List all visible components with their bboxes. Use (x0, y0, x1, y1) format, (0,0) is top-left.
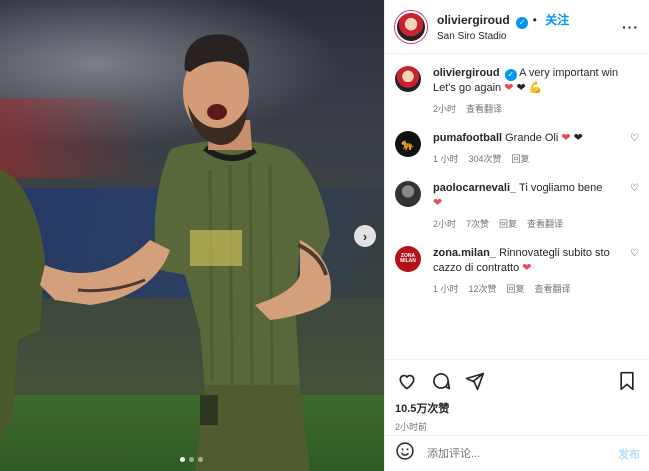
comments-list[interactable]: oliviergiroud ✓ A very important win Let… (385, 54, 649, 359)
caption-text: oliviergiroud ✓ A very important win Let… (433, 66, 623, 96)
carousel-dots (180, 457, 203, 462)
verified-badge-icon: ✓ (504, 68, 517, 81)
post-time: 2小时前 (395, 422, 428, 432)
carousel-next-button[interactable]: › (354, 225, 376, 247)
comment-content: Grande Oli (505, 132, 559, 144)
save-bookmark-icon[interactable] (615, 369, 639, 393)
post-media[interactable]: › (0, 0, 384, 471)
comment-text: pumafootball Grande Oli ❤ ❤ (433, 131, 623, 146)
comment-item: ZONA MILAN zona.milan_ Rinnovategli subi… (395, 246, 639, 295)
reply-button[interactable]: 回复 (512, 152, 530, 165)
see-translation-button[interactable]: 查看翻译 (466, 102, 502, 115)
red-heart-icon: ❤ (522, 262, 532, 274)
author-avatar[interactable] (395, 66, 421, 92)
comment-meta: 1 小时 304次赞 回复 (433, 152, 623, 165)
post-location[interactable]: San Siro Stadio (437, 31, 622, 42)
comment-body: zona.milan_ Rinnovategli subito sto cazz… (433, 246, 639, 295)
instagram-post: › oliviergiroud ✓ • 关注 San Siro Stadio ·… (0, 0, 649, 471)
add-comment-input[interactable] (427, 447, 618, 460)
comment-time: 1 小时 (433, 284, 459, 294)
separator-dot: • (532, 13, 537, 27)
comment-likes[interactable]: 304次赞 (469, 152, 502, 165)
comment-time: 1 小时 (433, 154, 459, 164)
like-comment-icon[interactable]: ♡ (630, 183, 639, 194)
flexed-biceps-icon: 💪 (528, 82, 543, 94)
puma-logo-icon[interactable]: 🐆 (395, 131, 421, 157)
red-heart-icon: ❤ (504, 82, 514, 94)
red-heart-icon: ❤ (433, 197, 443, 209)
add-comment-bar: 发布 (385, 435, 649, 471)
share-paper-plane-icon[interactable] (463, 369, 487, 393)
reply-button[interactable]: 回复 (499, 217, 517, 230)
caption-time: 2小时 (433, 104, 457, 114)
comment-body: pumafootball Grande Oli ❤ ❤ 1 小时 304次赞 回… (433, 131, 639, 165)
comment-likes[interactable]: 7次赞 (466, 217, 489, 230)
verified-badge-icon: ✓ (516, 16, 529, 29)
like-comment-icon[interactable]: ♡ (630, 133, 639, 144)
author-username[interactable]: oliviergiroud (437, 13, 510, 27)
see-translation-button[interactable]: 查看翻译 (535, 282, 571, 295)
comment-text: paolocarnevali_ Ti vogliamo bene ❤ (433, 181, 623, 211)
like-heart-icon[interactable] (395, 369, 419, 393)
player-photo (0, 34, 331, 471)
see-translation-button[interactable]: 查看翻译 (527, 217, 563, 230)
comment-username[interactable]: paolocarnevali_ (433, 182, 516, 194)
post-side-panel: oliviergiroud ✓ • 关注 San Siro Stadio ···… (384, 0, 649, 471)
like-comment-icon[interactable]: ♡ (630, 248, 639, 259)
comment-item: paolocarnevali_ Ti vogliamo bene ❤ 2小时 7… (395, 181, 639, 230)
emoji-smiley-icon[interactable] (395, 441, 415, 466)
red-heart-icon: ❤ (561, 132, 571, 144)
comment-meta: 1 小时 12次赞 回复 查看翻译 (433, 282, 623, 295)
carousel-dot[interactable] (198, 457, 203, 462)
black-heart-icon: ❤ (573, 132, 583, 144)
likes-count[interactable]: 10.5万次赞 (395, 400, 639, 416)
comment-meta: 2小时 7次赞 回复 查看翻译 (433, 217, 623, 230)
caption-line2: Let's go again (433, 82, 502, 94)
comment-username[interactable]: pumafootball (433, 132, 502, 144)
comment-bubble-icon[interactable] (429, 369, 453, 393)
comment-time: 2小时 (433, 219, 457, 229)
action-icons (395, 368, 639, 394)
carousel-dot[interactable] (189, 457, 194, 462)
comment-likes[interactable]: 12次赞 (469, 282, 497, 295)
comment-item: 🐆 pumafootball Grande Oli ❤ ❤ 1 小时 304次赞… (395, 131, 639, 165)
carousel-dot[interactable] (180, 457, 185, 462)
black-heart-icon: ❤ (516, 82, 526, 94)
caption-username[interactable]: oliviergiroud (433, 67, 500, 79)
caption: oliviergiroud ✓ A very important win Let… (395, 66, 639, 115)
zona-milan-logo-icon[interactable]: ZONA MILAN (395, 246, 421, 272)
follow-button[interactable]: 关注 (545, 13, 569, 27)
caption-body: oliviergiroud ✓ A very important win Let… (433, 66, 639, 115)
caption-meta: 2小时 查看翻译 (433, 102, 623, 115)
caption-line1: A very important win (519, 67, 619, 79)
reply-button[interactable]: 回复 (507, 282, 525, 295)
user-photo-icon[interactable] (395, 181, 421, 207)
comment-body: paolocarnevali_ Ti vogliamo bene ❤ 2小时 7… (433, 181, 639, 230)
comment-username[interactable]: zona.milan_ (433, 247, 496, 259)
author-meta: oliviergiroud ✓ • 关注 San Siro Stadio (437, 11, 622, 42)
comment-text: zona.milan_ Rinnovategli subito sto cazz… (433, 246, 623, 276)
more-options-icon[interactable]: ··· (622, 19, 639, 35)
post-header: oliviergiroud ✓ • 关注 San Siro Stadio ··· (385, 0, 649, 54)
post-comment-button[interactable]: 发布 (618, 446, 640, 462)
comment-content: Ti vogliamo bene (519, 182, 603, 194)
author-avatar[interactable] (395, 10, 427, 43)
